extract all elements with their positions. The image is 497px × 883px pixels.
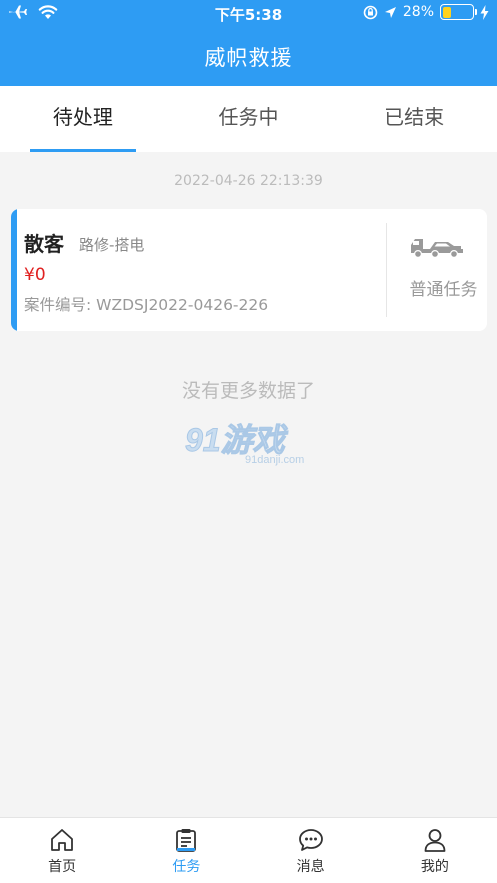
battery-level xyxy=(442,6,451,18)
watermark-logo: 91游戏 91danji.com xyxy=(185,422,305,467)
orientation-lock-icon xyxy=(363,5,378,19)
nav-tasks[interactable]: 任务 xyxy=(124,818,248,883)
charging-icon xyxy=(480,4,489,20)
order-tabs: 待处理 任务中 已结束 xyxy=(0,86,497,152)
card-accent xyxy=(11,209,17,331)
nav-profile-label: 我的 xyxy=(420,859,449,875)
chat-icon xyxy=(298,829,323,851)
service-type: 路修-搭电 xyxy=(79,236,145,254)
app-header: 下午5:38 28% 威帜救援 xyxy=(0,0,497,86)
user-icon xyxy=(424,829,446,852)
nav-messages[interactable]: 消息 xyxy=(249,818,373,883)
home-icon xyxy=(51,829,74,851)
case-number: 案件编号: WZDSJ2022-0426-226 xyxy=(24,296,269,314)
battery-icon xyxy=(440,4,477,20)
watermark-logo-text: 91游戏 xyxy=(185,422,289,458)
tab-in-progress[interactable]: 任务中 xyxy=(166,86,332,152)
tab-pending[interactable]: 待处理 xyxy=(0,86,166,152)
bottom-nav: 首页 任务 消息 我的 xyxy=(0,817,497,883)
tow-truck-icon xyxy=(411,239,463,259)
customer-name: 散客 xyxy=(24,232,64,256)
order-price: ¥0 xyxy=(24,265,46,285)
task-type-label: 普通任务 xyxy=(409,280,478,300)
battery-percent: 28% xyxy=(402,4,434,20)
nav-profile[interactable]: 我的 xyxy=(373,818,497,883)
card-divider xyxy=(386,223,387,317)
page-title: 威帜救援 xyxy=(204,46,293,70)
nav-tasks-label: 任务 xyxy=(172,859,201,875)
order-timestamp: 2022-04-26 22:13:39 xyxy=(174,173,323,189)
clipboard-icon xyxy=(176,829,197,852)
watermark-domain: 91danji.com xyxy=(245,454,304,466)
order-card[interactable]: 散客 路修-搭电 ¥0 案件编号: WZDSJ2022-0426-226 普通任… xyxy=(11,209,487,331)
nav-home-label: 首页 xyxy=(48,859,77,875)
location-icon xyxy=(384,6,396,18)
status-bar: 下午5:38 28% xyxy=(0,0,497,28)
list-end-text: 没有更多数据了 xyxy=(181,380,315,402)
nav-home[interactable]: 首页 xyxy=(0,818,124,883)
tab-finished[interactable]: 已结束 xyxy=(331,86,497,152)
nav-messages-label: 消息 xyxy=(296,859,325,875)
